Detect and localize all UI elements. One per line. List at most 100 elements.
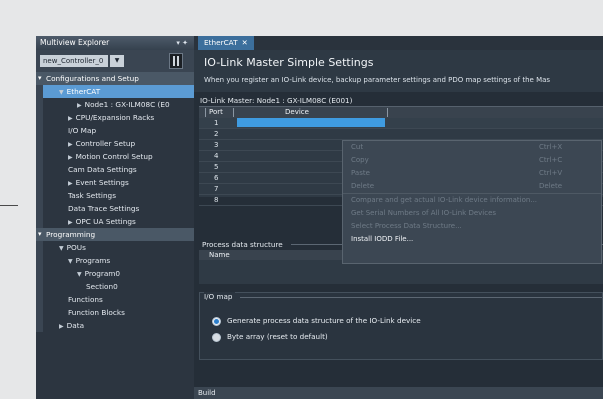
table-row[interactable]: 2	[199, 129, 603, 140]
expand-icon[interactable]: ▼	[59, 86, 64, 98]
tree-item-label: Task Settings	[68, 191, 116, 200]
tree-item[interactable]: ▶ Motion Control Setup	[36, 150, 194, 163]
tree-item[interactable]: I/O Map	[36, 124, 194, 137]
sysmac-studio-window: Multiview Explorer ▾ ✦ new_Controller_0 …	[36, 36, 603, 399]
column-separator	[205, 108, 206, 117]
tree-item[interactable]: Functions	[36, 293, 194, 306]
master-label: IO-Link Master: Node1 : GX-ILM08C (E001)	[200, 96, 353, 105]
tree-item[interactable]: Section0	[36, 280, 194, 293]
build-bar[interactable]: Build	[194, 387, 603, 399]
tree-item-label: Data	[66, 321, 85, 330]
tree-item-label: Cam Data Settings	[68, 165, 137, 174]
tree-gutter	[36, 150, 43, 163]
context-menu: Cut Ctrl+X Copy Ctrl+C Paste Ctrl+V Delete Dele…	[342, 140, 602, 264]
menu-item-shortcut: Ctrl+X	[539, 143, 563, 151]
collapse-icon[interactable]: ▶	[68, 177, 73, 189]
menu-item[interactable]: Paste Ctrl+V	[343, 167, 601, 180]
port-number: 1	[214, 119, 219, 127]
menu-item[interactable]: Cut Ctrl+X	[343, 141, 601, 154]
tree-item[interactable]: ▶ OPC UA Settings	[36, 215, 194, 228]
callout-line	[0, 205, 18, 206]
tree-item-label: I/O Map	[68, 126, 97, 135]
menu-item-label: Copy	[351, 156, 369, 164]
expand-icon[interactable]: ▼	[68, 255, 73, 267]
explorer-tree: Configurations and Setup▼EtherCAT▶Node1 …	[36, 72, 194, 332]
collapse-icon[interactable]: ▶	[68, 151, 73, 163]
port-number: 4	[214, 152, 219, 160]
tree-item-label: Configurations and Setup	[46, 74, 139, 83]
device-cell[interactable]	[237, 118, 385, 127]
menu-item[interactable]: Compare and get actual IO-Link device in…	[343, 194, 601, 207]
tree-item-label: Controller Setup	[75, 139, 136, 148]
radio-unselected-icon[interactable]	[212, 332, 221, 342]
tree-gutter	[36, 98, 43, 111]
column-separator	[233, 108, 234, 117]
tree-item-label: Motion Control Setup	[75, 152, 153, 161]
tree-gutter	[36, 124, 43, 137]
menu-item-label: Cut	[351, 143, 364, 151]
tree-gutter	[36, 85, 43, 98]
explorer-title-bar: Multiview Explorer ▾ ✦	[36, 36, 194, 50]
tree-section[interactable]: Configurations and Setup	[36, 72, 194, 85]
tree-item[interactable]: ▶ Event Settings	[36, 176, 194, 189]
collapse-icon[interactable]: ▶	[68, 112, 73, 124]
tree-item-label: Functions	[68, 295, 103, 304]
collapse-icon[interactable]: ▶	[77, 99, 82, 111]
tree-item-label: EtherCAT	[66, 87, 101, 96]
tree-item[interactable]: Cam Data Settings	[36, 163, 194, 176]
close-icon[interactable]: ✕	[242, 38, 248, 47]
chevron-down-icon[interactable]: ▼	[110, 55, 124, 67]
device-column-header: Device	[285, 108, 309, 116]
io-map-group: I/O map Generate process data structure …	[199, 292, 603, 360]
tree-section[interactable]: Programming	[36, 228, 194, 241]
tree-gutter	[36, 202, 43, 215]
tree-gutter	[36, 319, 43, 332]
tree-item-label: Function Blocks	[68, 308, 125, 317]
tree-item[interactable]: Function Blocks	[36, 306, 194, 319]
radio-selected-icon[interactable]	[212, 316, 221, 326]
tree-item[interactable]: Task Settings	[36, 189, 194, 202]
tree-item[interactable]: ▶ Node1 : GX-ILM08C (E0	[36, 98, 194, 111]
tree-gutter	[36, 267, 43, 280]
tree-item[interactable]: ▶ Controller Setup	[36, 137, 194, 150]
tree-gutter	[36, 215, 43, 228]
tree-item-label: OPC UA Settings	[75, 217, 136, 226]
menu-item[interactable]: Install IODD File...	[343, 233, 601, 246]
tab-ethercat[interactable]: EtherCAT ✕	[198, 36, 254, 50]
tree-item[interactable]: ▼ Programs	[36, 254, 194, 267]
radio-generate-structure[interactable]: Generate process data structure of the I…	[212, 315, 421, 327]
menu-item[interactable]: Copy Ctrl+C	[343, 154, 601, 167]
device-cell[interactable]	[237, 129, 385, 138]
menu-item[interactable]: Get Serial Numbers of All IO-Link Device…	[343, 207, 601, 220]
tree-item[interactable]: ▼ POUs	[36, 241, 194, 254]
collapse-icon[interactable]: ▶	[68, 216, 73, 228]
tree-item[interactable]: Data Trace Settings	[36, 202, 194, 215]
tree-item[interactable]: ▶ CPU/Expansion Racks	[36, 111, 194, 124]
collapse-icon[interactable]: ▶	[68, 138, 73, 150]
expand-icon[interactable]: ▼	[77, 268, 82, 280]
tree-item[interactable]: ▼ EtherCAT	[36, 85, 194, 98]
controller-select[interactable]: new_Controller_0	[40, 55, 108, 67]
tree-item[interactable]: ▶ Data	[36, 319, 194, 332]
collapse-icon[interactable]: ▶	[59, 320, 64, 332]
port-number: 8	[214, 196, 219, 204]
tree-item[interactable]: ▼ Program0	[36, 267, 194, 280]
port-number: 7	[214, 185, 219, 193]
tree-item-label: CPU/Expansion Racks	[75, 113, 155, 122]
menu-item[interactable]: Delete Delete	[343, 180, 601, 194]
page-header: IO-Link Master Simple Settings When you …	[194, 50, 603, 92]
tree-item-label: Programs	[75, 256, 111, 265]
radio-label: Generate process data structure of the I…	[227, 316, 421, 325]
port-number: 6	[214, 174, 219, 182]
port-column-header: Port	[209, 108, 223, 116]
expand-icon[interactable]: ▼	[59, 242, 64, 254]
radio-byte-array[interactable]: Byte array (reset to default)	[212, 331, 328, 343]
menu-item[interactable]: Select Process Data Structure...	[343, 220, 601, 233]
table-row[interactable]: 1	[199, 118, 603, 129]
process-data-title: Process data structure	[202, 240, 283, 249]
radio-label: Byte array (reset to default)	[227, 332, 328, 341]
pin-icon[interactable]: ▾ ✦	[176, 36, 188, 50]
controller-status-icon[interactable]	[169, 53, 183, 69]
tree-item-label: Programming	[46, 230, 96, 239]
menu-item-label: Delete	[351, 182, 374, 190]
